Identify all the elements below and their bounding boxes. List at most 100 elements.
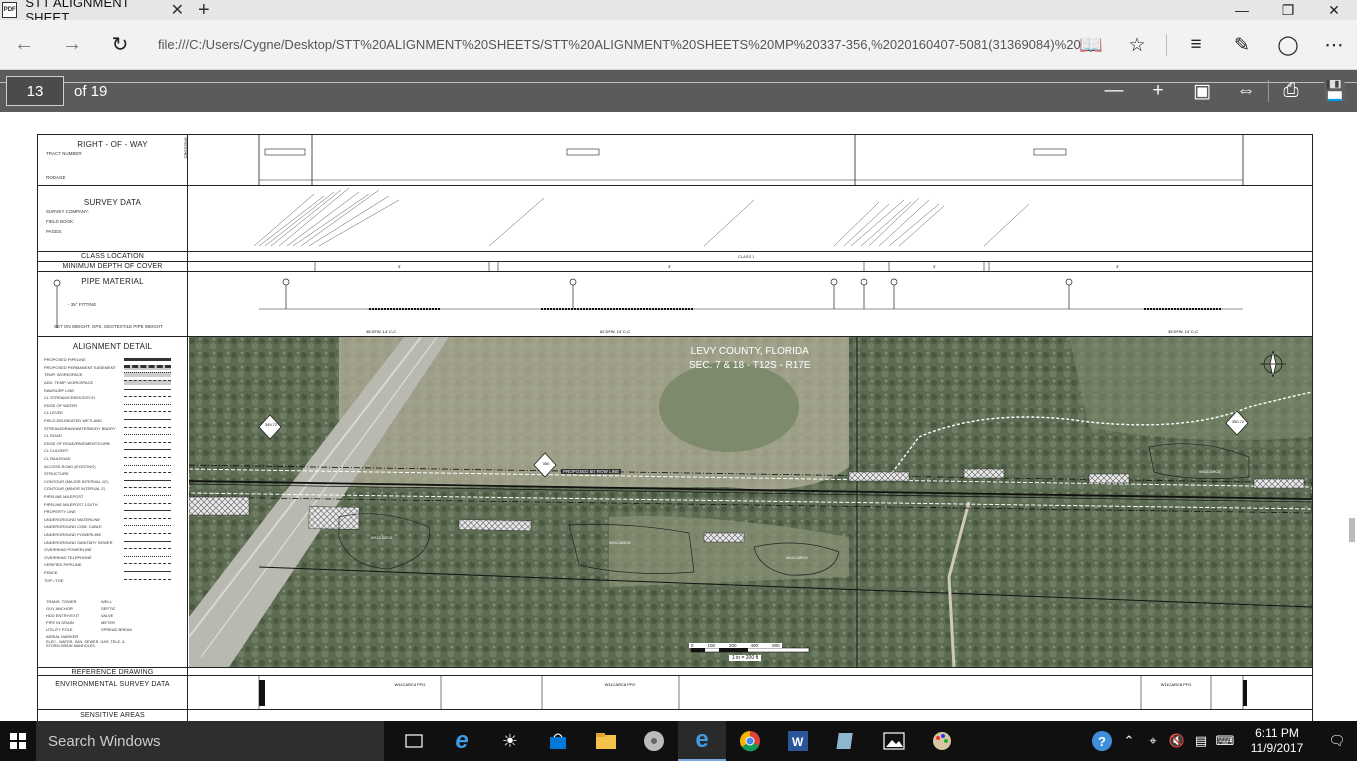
web-note-icon[interactable]: ✎ <box>1219 20 1265 70</box>
legend-item-label: OVERHEAD POWERLINE <box>44 547 92 553</box>
new-tab-icon[interactable]: + <box>198 0 210 20</box>
legend-item-label: PROPERTY LINE <box>44 509 76 515</box>
survey-annotations <box>253 187 1030 247</box>
browser-tab[interactable]: PDF STT ALIGNMENT SHEET ✕ <box>0 0 190 25</box>
reading-view-icon[interactable]: 📖 <box>1068 20 1114 70</box>
keyboard-icon[interactable]: ⌨ <box>1213 721 1237 761</box>
wetland-label: W11CARC9 <box>786 555 808 560</box>
legend-symbol-label: AERIAL MARKER <box>46 633 79 639</box>
legend-line-swatch <box>124 479 171 483</box>
file-explorer-icon[interactable] <box>582 721 630 761</box>
legend-line-swatch <box>124 548 171 551</box>
legend-item: CL LEVEE <box>44 409 187 417</box>
alignment-detail-title: ALIGNMENT DETAIL <box>72 342 153 351</box>
paint-icon[interactable] <box>918 721 966 761</box>
row-label: SENSITIVE AREAS <box>38 710 188 721</box>
print-icon[interactable]: ⎙ <box>1269 70 1313 112</box>
internet-explorer-icon[interactable]: e <box>438 721 486 761</box>
toolbar-divider <box>1166 34 1167 56</box>
set-on-weight-label: SET ON WEIGHT, GPS, GEOTEXTILE PIPE WEIG… <box>54 324 163 329</box>
store-bag-icon[interactable] <box>534 721 582 761</box>
zoom-in-icon[interactable]: + <box>1136 70 1180 112</box>
volume-muted-icon[interactable]: 🔇 <box>1165 721 1189 761</box>
wifi-icon[interactable]: ⌖ <box>1141 721 1165 761</box>
legend-line-swatch <box>124 364 171 370</box>
close-tab-icon[interactable]: ✕ <box>171 0 184 20</box>
address-bar[interactable]: file:///C:/Users/Cygne/Desktop/STT%20ALI… <box>158 37 1088 52</box>
milepost-label: 349.72 <box>264 422 278 427</box>
save-icon[interactable]: 💾 <box>1313 70 1357 112</box>
taskbar-search[interactable]: Search Windows <box>36 721 384 761</box>
row-alignment-detail: ALIGNMENT DETAIL PROPOSED PIPELINE PROPOS… <box>38 337 1312 667</box>
media-disc-icon[interactable] <box>630 721 678 761</box>
hub-icon[interactable]: ≡ <box>1173 20 1219 70</box>
legend-item: STREAM/DRAIN/WATERBODY BNDRY <box>44 424 187 432</box>
env-label: W11CARC4 PFO <box>394 682 426 687</box>
sensitive-areas-title: SENSITIVE AREAS <box>80 712 145 719</box>
legend-line-swatch <box>124 578 171 582</box>
back-icon[interactable]: ← <box>0 20 48 70</box>
legend-item-label: UNDERGROUND POWERLINE <box>44 531 102 537</box>
legend-symbol-label: GUY ANCHOR <box>46 605 73 611</box>
battery-icon[interactable]: ▤ <box>1189 721 1213 761</box>
tray-chevron-up-icon[interactable]: ⌃ <box>1117 721 1141 761</box>
class-value: CLASS 1 <box>738 254 755 259</box>
scale-bar <box>690 647 810 653</box>
notifications-icon[interactable]: 🗨 <box>1317 721 1357 761</box>
milepost-label: 350.72 <box>1231 419 1245 424</box>
legend-item-label: CL CULVERT <box>44 448 69 454</box>
fit-width-icon[interactable]: ⇔ <box>1224 70 1268 112</box>
pdf-viewer[interactable]: 13 of 19 — + ▣ ⇔ ⎙ 💾 RIGHT - OF - WAY TR… <box>0 70 1357 721</box>
legend-item-label: FIELD DELINEATED WETLAND <box>44 418 102 424</box>
refresh-icon[interactable]: ↻ <box>96 20 144 70</box>
word-icon[interactable]: W <box>774 721 822 761</box>
legend-item: CONTOUR (MAJOR INTERVAL 10') <box>44 478 187 486</box>
forward-icon[interactable]: → <box>48 20 96 70</box>
env-label: W11CARC8 PFO <box>1160 682 1192 687</box>
wetland-label: W11CARC8 <box>1199 469 1221 474</box>
legend-symbols: TRANS. TOWER WELL GUY ANCHOR SEPTIC HDD ENTR… <box>46 598 187 640</box>
task-view-icon[interactable] <box>390 721 438 761</box>
share-icon[interactable]: ◯ <box>1265 20 1311 70</box>
zoom-out-icon[interactable]: — <box>1092 70 1136 112</box>
windows-start-icon[interactable] <box>0 721 36 761</box>
depth-value: 3' <box>668 264 671 269</box>
wetland-label: W11CARC6 <box>371 535 393 540</box>
photos-icon[interactable] <box>870 721 918 761</box>
row-sensitive: SENSITIVE AREAS <box>38 710 1312 721</box>
clock-date: 11/9/2017 <box>1250 741 1304 755</box>
svg-text:W: W <box>792 735 804 749</box>
legend-symbol-label: SPREAD BREAK <box>101 626 133 632</box>
depth-value: 3' <box>933 264 936 269</box>
row-label: RIGHT - OF - WAY TRACT NUMBER RODAGE CRO… <box>38 135 188 185</box>
legend-item-label: TOP / TOE <box>44 577 64 583</box>
legend-item: ADD. TEMP. WORKSPACE <box>44 379 187 387</box>
close-window-icon[interactable]: ✕ <box>1311 0 1357 20</box>
alignment-legend: ALIGNMENT DETAIL PROPOSED PIPELINE PROPOS… <box>38 337 188 667</box>
legend-line-swatch <box>124 510 171 513</box>
env-survey-title: ENVIRONMENTAL SURVEY DATA <box>55 681 170 688</box>
minimize-icon[interactable]: — <box>1219 0 1265 20</box>
favorite-star-icon[interactable]: ☆ <box>1114 20 1160 70</box>
fit-page-icon[interactable]: ▣ <box>1180 70 1224 112</box>
legend-line-swatch <box>124 517 171 521</box>
legend-item-label: OVERHEAD TELEPHONE <box>44 554 92 560</box>
page-number-input[interactable]: 13 <box>6 76 64 106</box>
legend-line-swatch <box>124 388 171 392</box>
clock[interactable]: 6:11 PM 11/9/2017 <box>1237 726 1317 756</box>
row-label: PIPE MATERIAL - 35° FITTING SET ON WEIGH… <box>38 272 188 336</box>
legend-symbol-label: TRANS. TOWER <box>46 598 77 604</box>
calculator-icon[interactable] <box>822 721 870 761</box>
legend-symbol-label: SEPTIC <box>101 605 116 611</box>
rodage-label: RODAGE <box>46 175 66 180</box>
restore-icon[interactable]: ❐ <box>1265 0 1311 20</box>
chrome-icon[interactable] <box>726 721 774 761</box>
help-icon[interactable]: ? <box>1087 721 1117 761</box>
tract-number-label: TRACT NUMBER <box>46 151 82 156</box>
legend-item-label: PROPOSED PERMANENT EASEMENT <box>44 364 116 370</box>
more-icon[interactable]: ⋯ <box>1311 20 1357 70</box>
edge-browser-icon[interactable]: e <box>678 721 726 761</box>
fitting-label: - 35° FITTING <box>68 302 97 307</box>
scrollbar-thumb[interactable] <box>1349 518 1355 542</box>
tips-bulb-icon[interactable]: ☀ <box>486 721 534 761</box>
